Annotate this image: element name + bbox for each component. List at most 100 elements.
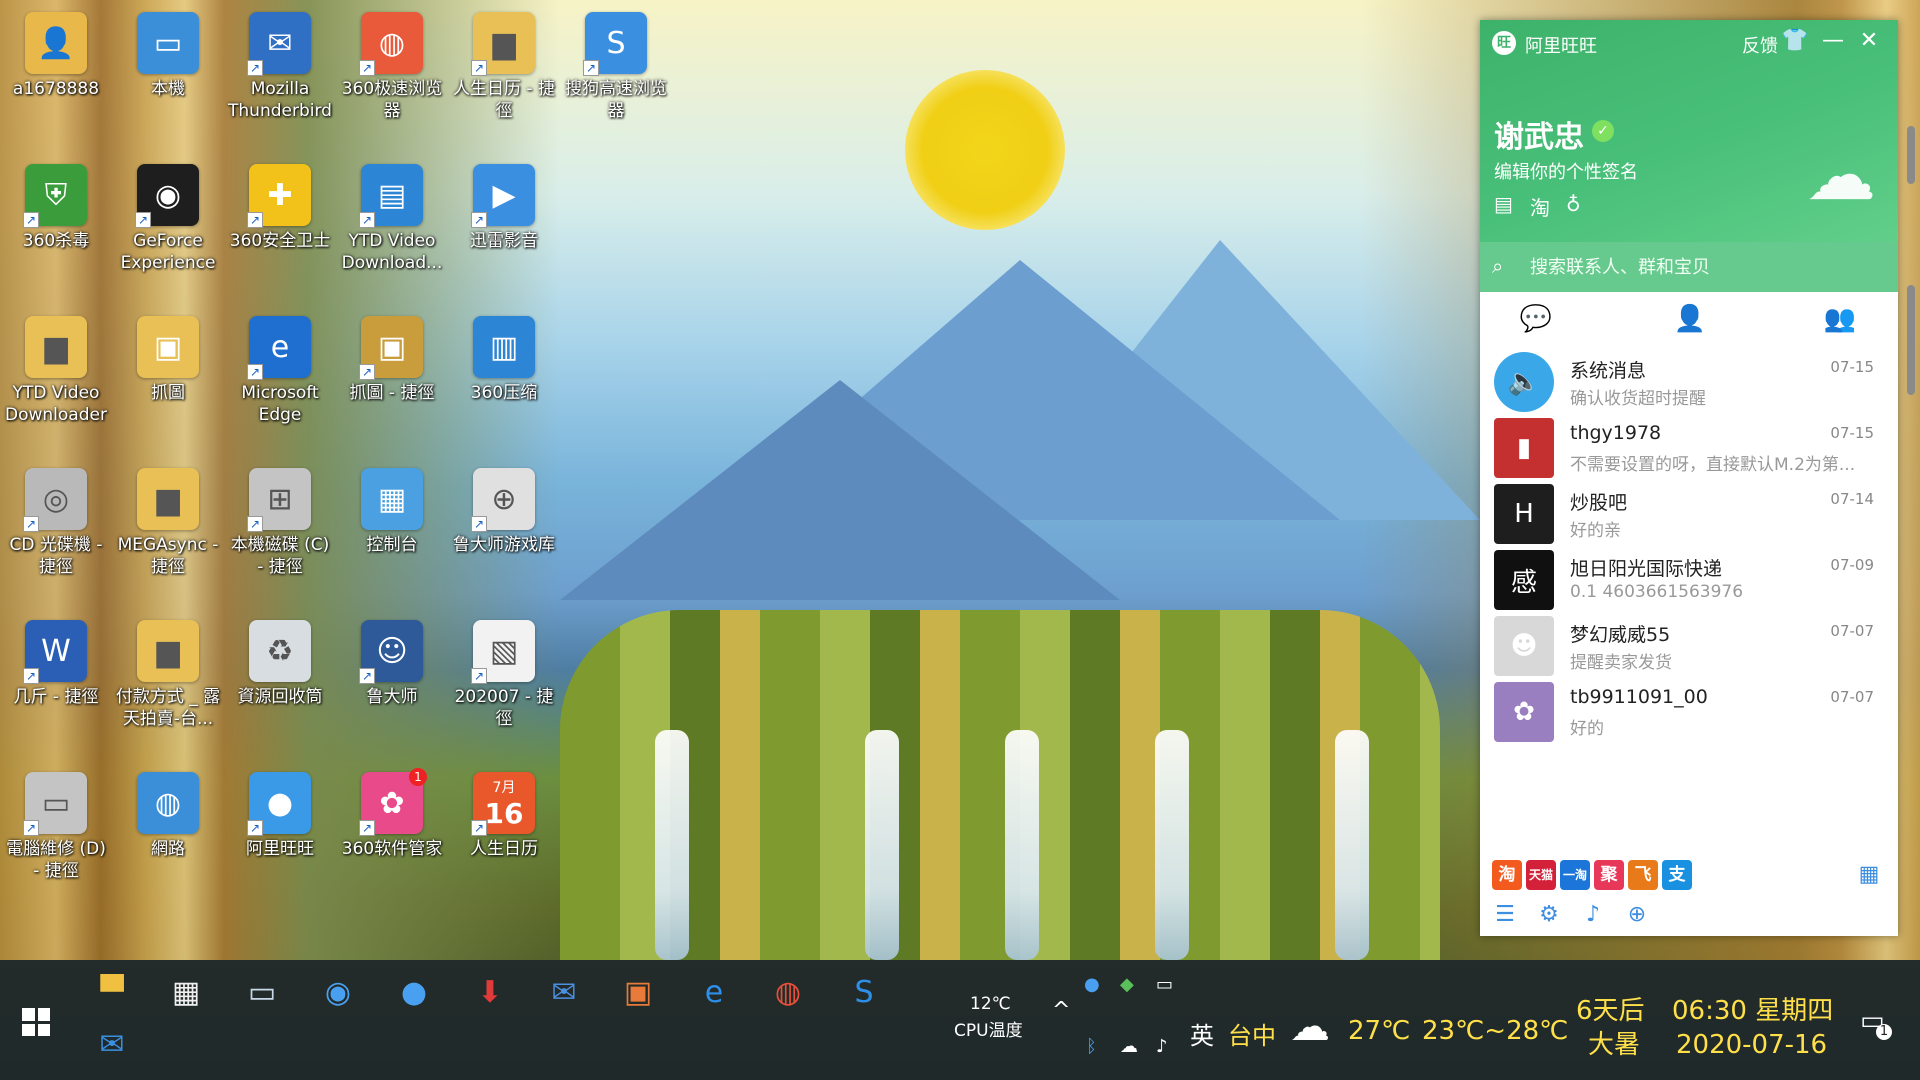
tab-contacts[interactable]: 👤 xyxy=(1670,304,1710,334)
minimize-button[interactable]: — xyxy=(1818,28,1848,53)
desktop-icon[interactable]: ▶ ↗ 迅雷影音 xyxy=(449,158,559,288)
desktop-icon[interactable]: 7月 16 ↗ 人生日历 xyxy=(449,766,559,896)
feedback-button[interactable]: 反馈 xyxy=(1742,32,1778,58)
shield-tray-icon[interactable]: ◆ xyxy=(1120,974,1134,995)
wechat-tray-icon[interactable]: ☁ xyxy=(1120,1036,1138,1057)
add-contact-icon[interactable]: ⊕ xyxy=(1622,900,1652,930)
taobao-icon[interactable]: 淘 xyxy=(1530,192,1550,221)
desktop-icon[interactable]: ♻ 資源回收筒 xyxy=(225,614,335,744)
start-button[interactable] xyxy=(14,1000,58,1044)
desktop-icon[interactable]: ▆ 付款方式 _ 露天拍賣-台... xyxy=(113,614,223,744)
bag-icon[interactable]: ♁ xyxy=(1566,192,1581,216)
xunlei-player-icon[interactable]: ◉ xyxy=(314,968,362,1016)
desktop-icon[interactable]: W ↗ 几斤 - 捷徑 xyxy=(1,614,111,744)
current-temperature[interactable]: 27℃ xyxy=(1348,1016,1410,1046)
app-shortcut-button[interactable]: 聚 xyxy=(1594,860,1624,890)
play-icon: ▶ ↗ xyxy=(471,164,535,228)
desktop-icon[interactable]: ✿ 1 ↗ 360软件管家 xyxy=(337,766,447,896)
menu-icon[interactable]: ☰ xyxy=(1490,900,1520,930)
ime-language[interactable]: 英 xyxy=(1190,1016,1214,1051)
volume-icon[interactable]: ♪ xyxy=(1578,900,1608,930)
close-button[interactable]: ✕ xyxy=(1854,28,1884,53)
sogou-taskbar-icon[interactable]: S xyxy=(840,968,888,1016)
tab-recent-chats[interactable]: 💬 xyxy=(1516,304,1556,334)
conversation-preview: 不需要设置的呀，直接默认M.2为第... xyxy=(1570,455,1856,475)
desktop-icon[interactable]: ◍ 網路 xyxy=(113,766,223,896)
scrollbar-thumb[interactable] xyxy=(1907,285,1915,395)
app-shortcut-button[interactable]: 支 xyxy=(1662,860,1692,890)
desktop-icon[interactable]: ▆ YTD Video Downloader xyxy=(1,310,111,440)
monitor-app-icon[interactable]: ▭ xyxy=(238,968,286,1016)
contact-search-input[interactable] xyxy=(1530,253,1880,281)
desktop-icon[interactable]: ● ↗ 阿里旺旺 xyxy=(225,766,335,896)
tab-groups[interactable]: 👥 xyxy=(1820,304,1860,334)
app-shortcut-button[interactable]: 飞 xyxy=(1628,860,1658,890)
shield-icon: ⛨ ↗ xyxy=(23,164,87,228)
store-icon[interactable]: ▦ xyxy=(162,968,210,1016)
desktop-icon[interactable]: ⊕ ↗ 鲁大师游戏库 xyxy=(449,462,559,592)
desktop-icon[interactable]: ✉ ↗ Mozilla Thunderbird xyxy=(225,6,335,136)
thunderbird-icon: ✉ ↗ xyxy=(247,12,311,76)
desktop-icon[interactable]: ▣ 抓圖 xyxy=(113,310,223,440)
solar-term-name[interactable]: 大暑 xyxy=(1588,1024,1640,1061)
desktop-icon[interactable]: ✚ ↗ 360安全卫士 xyxy=(225,158,335,288)
wangwang-icon: ● ↗ xyxy=(247,772,311,836)
image-viewer-icon[interactable]: ▣ xyxy=(614,968,662,1016)
clock-time[interactable]: 06:30 星期四 xyxy=(1672,990,1833,1027)
conversation-item[interactable]: ✿ tb9911091_00 07-07 好的 xyxy=(1480,674,1898,755)
settings-icon[interactable]: ⚙ xyxy=(1534,900,1564,930)
desktop-icon-label: 鲁大师 xyxy=(366,687,418,707)
taskbar: ▀ ✉ ▦ ▭ ◉ ● ⬇ ✉ ▣ e ◍ S 12℃ CPU温度 ^ ● ◆ … xyxy=(0,960,1920,1080)
app-grid-icon[interactable]: ▦ xyxy=(1854,860,1884,890)
shortcut-arrow-icon: ↗ xyxy=(23,820,39,836)
desktop-icon[interactable]: ▆ ↗ 人生日历 - 捷徑 xyxy=(449,6,559,136)
shop-icon[interactable]: ▤ xyxy=(1494,192,1513,216)
app-shortcut-button[interactable]: 淘 xyxy=(1492,860,1522,890)
mail-icon[interactable]: ✉ xyxy=(88,1020,136,1068)
volume-tray-icon[interactable]: ♪ xyxy=(1156,1036,1168,1057)
desktop-icon[interactable]: 👤 a1678888 xyxy=(1,6,111,136)
solar-term-countdown[interactable]: 6天后 xyxy=(1576,990,1645,1027)
scrollbar-thumb[interactable] xyxy=(1907,126,1915,184)
skin-icon[interactable]: 👕 xyxy=(1780,28,1810,53)
temperature-range[interactable]: 23℃~28℃ xyxy=(1422,1016,1568,1046)
wangwang-taskbar-icon[interactable]: ● xyxy=(390,968,438,1016)
desktop-icon[interactable]: ▣ ↗ 抓圖 - 捷徑 xyxy=(337,310,447,440)
desktop-icon[interactable]: ▦ 控制台 xyxy=(337,462,447,592)
network-tray-icon[interactable]: ▭ xyxy=(1156,974,1173,995)
desktop-icon[interactable]: ◉ ↗ GeForce Experience xyxy=(113,158,223,288)
signature-field[interactable]: 编辑你的个性签名 xyxy=(1494,158,1638,184)
edge-taskbar-icon[interactable]: e xyxy=(690,968,738,1016)
desktop-icon[interactable]: ▆ MEGAsync - 捷徑 xyxy=(113,462,223,592)
desktop-icon[interactable]: ▤ ↗ YTD Video Download... xyxy=(337,158,447,288)
desktop-icon[interactable]: ▭ ↗ 電腦維修 (D) - 捷徑 xyxy=(1,766,111,896)
wangwang-tray-icon[interactable]: ● xyxy=(1084,974,1100,995)
weather-icon[interactable]: ☁ xyxy=(1290,1004,1330,1050)
desktop-icon[interactable]: ⛨ ↗ 360杀毒 xyxy=(1,158,111,288)
desktop-icon[interactable]: ☺ ↗ 鲁大师 xyxy=(337,614,447,744)
360-browser-taskbar-icon[interactable]: ◍ xyxy=(764,968,812,1016)
desktop-icon[interactable]: e ↗ Microsoft Edge xyxy=(225,310,335,440)
app-shortcut-button[interactable]: 一淘 xyxy=(1560,860,1590,890)
archive-icon: ▥ xyxy=(473,316,535,378)
desktop-icon[interactable]: ◍ ↗ 360极速浏览器 xyxy=(337,6,447,136)
desktop-icon[interactable]: S ↗ 搜狗高速浏览器 xyxy=(561,6,671,136)
thunderbird-taskbar-icon[interactable]: ✉ xyxy=(540,968,588,1016)
app-shortcut-button[interactable]: 天猫 xyxy=(1526,860,1556,890)
desktop-icon[interactable]: ▭ 本機 xyxy=(113,6,223,136)
desktop-icon[interactable]: ⊞ ↗ 本機磁碟 (C) - 捷徑 xyxy=(225,462,335,592)
shortcut-arrow-icon: ↗ xyxy=(247,60,263,76)
file-explorer-icon[interactable]: ▀ xyxy=(88,968,136,1016)
weather-cloud-icon: ☁ xyxy=(1806,134,1876,216)
bluetooth-icon[interactable]: ᛒ xyxy=(1086,1036,1097,1057)
user-name[interactable]: 谢武忠 xyxy=(1494,112,1584,156)
download-icon[interactable]: ⬇ xyxy=(466,968,514,1016)
desktop-icon[interactable]: ▥ 360压缩 xyxy=(449,310,559,440)
desktop-icon[interactable]: ◎ ↗ CD 光碟機 - 捷徑 xyxy=(1,462,111,592)
cd-drive-icon: ◎ ↗ xyxy=(23,468,87,532)
desktop-icon-label: 網路 xyxy=(151,839,185,859)
clock-date[interactable]: 2020-07-16 xyxy=(1676,1030,1827,1060)
chevron-up-icon[interactable]: ^ xyxy=(1052,998,1070,1023)
weather-location[interactable]: 台中 xyxy=(1228,1016,1276,1051)
desktop-icon[interactable]: ▧ ↗ 202007 - 捷徑 xyxy=(449,614,559,744)
